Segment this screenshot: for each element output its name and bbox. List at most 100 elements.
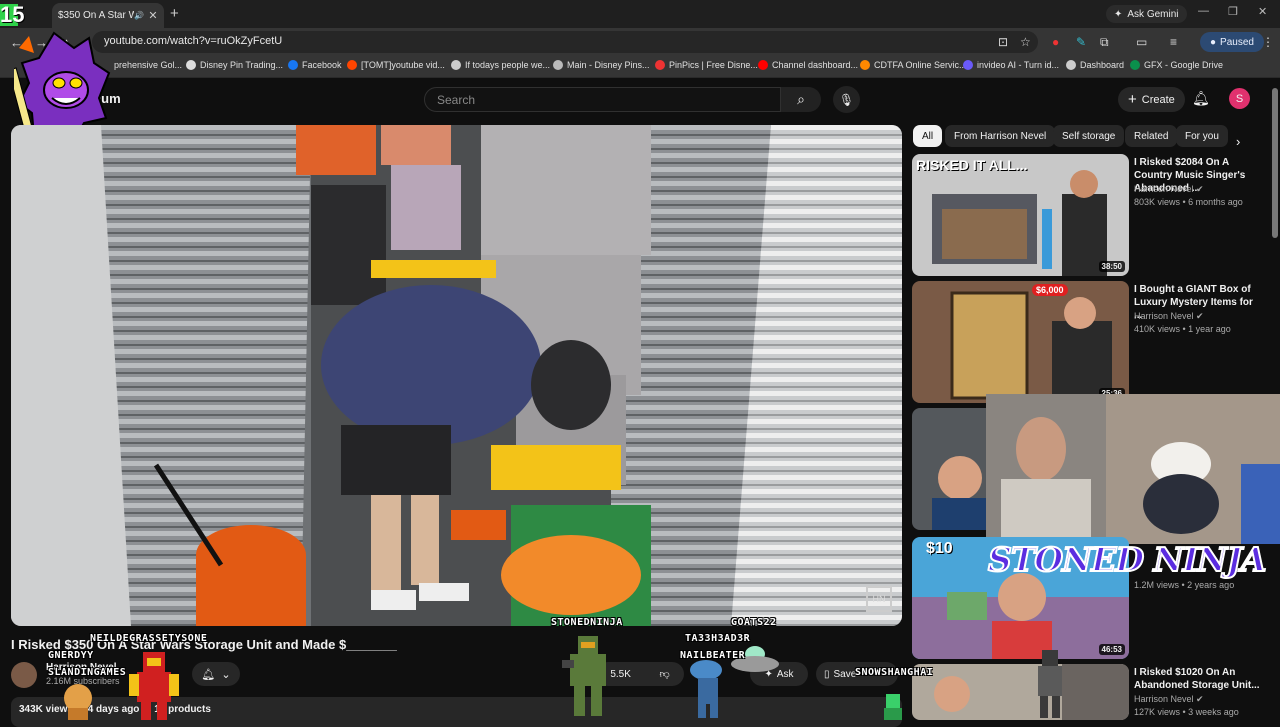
video-thumbnail[interactable]: RISKED IT ALL... 38:50	[912, 154, 1129, 276]
recommendation-channel[interactable]: Harrison Nevel ✔	[1134, 694, 1204, 705]
media-control-icon[interactable]: ≡	[1170, 35, 1177, 49]
bookmark-favicon-icon	[553, 60, 563, 70]
recommendation-channel[interactable]: Harrison Nevel ✔	[1134, 311, 1204, 322]
search-button[interactable]: ⌕	[781, 87, 821, 112]
bookmark-label: Main - Disney Pins...	[567, 60, 650, 70]
bookmark-label: GFX - Google Drive	[1144, 60, 1224, 70]
bookmark-label: CDTFA Online Servic...	[874, 60, 967, 70]
recommendation-meta: 127K views • 3 weeks ago	[1134, 707, 1239, 717]
chip-from-harrison-nevel[interactable]: From Harrison Nevel	[945, 125, 1056, 147]
recommendation-title[interactable]: I Risked $1020 On An Abandoned Storage U…	[1134, 666, 1264, 692]
browser-tab[interactable]: $350 On A Star Wa 🔊 ✕	[52, 3, 164, 28]
bookmark-favicon-icon	[451, 60, 461, 70]
youtube-icon	[758, 60, 768, 70]
close-window-icon[interactable]: ✕	[1258, 5, 1267, 18]
recommendation-item[interactable]: RISKED IT ALL... 38:50 I Risked $2084 On…	[912, 154, 1272, 276]
voice-search-button[interactable]: 🎙	[833, 86, 860, 113]
extensions-puzzle-icon[interactable]: ⧉	[1100, 35, 1109, 50]
bell-icon: 🔔︎	[201, 668, 216, 681]
overlay-username: STONEDNINJA	[551, 617, 623, 628]
recommendation-meta: 1.2M views • 2 years ago	[1134, 580, 1235, 590]
overlay-username: GOATS22	[731, 617, 777, 628]
extension-red-icon[interactable]: ●	[1052, 35, 1059, 49]
bookmark-item[interactable]: PinPics | Free Disne...	[655, 60, 758, 70]
stoned-ninja-banner: STONED NINJA	[987, 539, 1268, 580]
chevron-down-icon: ⌄	[221, 668, 231, 681]
paused-label: Paused	[1220, 36, 1254, 48]
overlay-username: TA33H3AD3R	[685, 633, 751, 644]
notifications-bell-icon[interactable]: 🔔︎	[1192, 90, 1210, 107]
channel-watermark[interactable]: HN	[866, 586, 892, 612]
install-icon[interactable]: ⊡	[998, 35, 1008, 49]
google-drive-icon	[1130, 60, 1140, 70]
bookmark-star-icon[interactable]: ☆	[1020, 35, 1031, 49]
bookmark-label: Channel dashboard...	[772, 60, 859, 70]
maximize-icon[interactable]: ❐	[1228, 5, 1238, 18]
bookmark-item[interactable]: Facebook	[288, 60, 342, 70]
tab-search-icon[interactable]: ▭	[1136, 35, 1147, 49]
video-player[interactable]: HN	[11, 125, 902, 626]
menu-dots-icon[interactable]: ⋮	[1262, 35, 1274, 49]
recommendation-channel-label: Harrison Nevel	[1134, 184, 1194, 194]
close-tab-icon[interactable]: ✕	[148, 9, 158, 22]
create-label: Create	[1141, 93, 1175, 106]
subscription-bell-button[interactable]: 🔔︎ ⌄	[192, 662, 240, 686]
scrollbar[interactable]	[1272, 88, 1278, 238]
chevron-right-icon[interactable]: ›	[1236, 134, 1240, 149]
video-duration: 46:53	[1098, 644, 1125, 655]
bookmark-label: Dashboard	[1080, 60, 1125, 70]
overlay-username: NEILDEGRASSETYSONE	[90, 633, 208, 644]
overlay-username: SLANDINGAMES	[48, 667, 127, 678]
ironman-sprite-icon	[129, 652, 179, 720]
bookmark-label: If todays people we...	[465, 60, 551, 70]
bookmark-item[interactable]: CDTFA Online Servic...	[860, 60, 967, 70]
bookmark-label: PinPics | Free Disne...	[669, 60, 758, 70]
recommendation-item[interactable]: I Risked $1020 On An Abandoned Storage U…	[912, 664, 1272, 720]
video-thumbnail[interactable]: $6,000 25:36	[912, 281, 1129, 403]
sparkle-icon: ✦	[1114, 8, 1123, 20]
video-thumbnail[interactable]	[912, 664, 1129, 720]
chip-for-you[interactable]: For you	[1176, 125, 1228, 147]
url-field[interactable]: youtube.com/watch?v=ruOkZyFcetU	[92, 31, 1038, 53]
profile-icon: ●	[1210, 36, 1217, 48]
bookmark-favicon-icon	[1066, 60, 1076, 70]
tab-title: $350 On A Star Wa	[58, 10, 135, 21]
recommendation-channel[interactable]: Harrison Nevel ✔	[1134, 184, 1204, 195]
dislike-icon[interactable]: 👎︎	[660, 668, 670, 680]
chip-related[interactable]: Related	[1125, 125, 1178, 147]
bookmark-label: [TOMT]youtube vid...	[361, 60, 445, 70]
save-bookmark-icon: ▯	[824, 668, 830, 680]
video-frame	[11, 125, 902, 626]
minimize-icon[interactable]: —	[1198, 5, 1209, 17]
bookmark-item[interactable]: GFX - Google Drive	[1130, 60, 1223, 70]
bookmark-item[interactable]: prehensive Gol...	[114, 60, 182, 70]
master-chief-sprite-icon	[562, 636, 606, 716]
pokemon-sprite-icon	[64, 684, 92, 720]
bookmark-item[interactable]: [TOMT]youtube vid...	[347, 60, 445, 70]
search-input[interactable]: Search	[424, 87, 781, 112]
thumbnail-text: RISKED IT ALL...	[916, 157, 1028, 173]
bookmark-item[interactable]: invideo AI - Turn id...	[963, 60, 1059, 70]
recommendation-meta: 803K views • 6 months ago	[1134, 197, 1243, 207]
save-label: Save	[833, 668, 857, 680]
bookmark-item[interactable]: Main - Disney Pins...	[553, 60, 650, 70]
ask-gemini-button[interactable]: ✦ Ask Gemini	[1106, 5, 1187, 23]
recommendation-item[interactable]: $6,000 25:36 I Bought a GIANT Box of Lux…	[912, 281, 1272, 403]
extension-teal-icon[interactable]: ✎	[1076, 35, 1086, 49]
bookmark-item[interactable]: If todays people we...	[451, 60, 550, 70]
profile-paused-button[interactable]: ● Paused	[1200, 32, 1264, 52]
bookmark-item[interactable]: Channel dashboard...	[758, 60, 858, 70]
chip-all[interactable]: All	[913, 125, 943, 147]
bookmark-item[interactable]: Disney Pin Trading...	[186, 60, 283, 70]
account-avatar[interactable]: S	[1229, 88, 1250, 109]
new-tab-button[interactable]: +	[170, 5, 179, 22]
thumbnail-text: $10	[926, 540, 953, 557]
channel-avatar[interactable]	[11, 662, 37, 688]
pinpics-icon	[655, 60, 665, 70]
ninja-sprite-icon	[1038, 650, 1062, 718]
verified-icon: ✔	[1196, 694, 1204, 704]
create-button[interactable]: + Create	[1118, 87, 1185, 112]
chip-self-storage[interactable]: Self storage	[1053, 125, 1125, 147]
bookmark-item[interactable]: Dashboard	[1066, 60, 1124, 70]
speaker-icon: 🔊	[134, 11, 144, 20]
